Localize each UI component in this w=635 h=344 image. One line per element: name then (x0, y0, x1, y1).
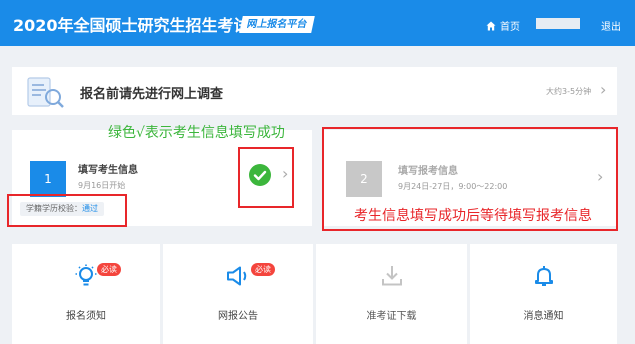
menu-label-notice: 报名须知 (66, 311, 106, 322)
menu-item-admission-ticket[interactable]: 准考证下载 (316, 244, 467, 344)
step-number-1: 1 (30, 161, 66, 197)
home-icon (486, 21, 496, 30)
step-title-1: 填写考生信息 (78, 165, 138, 176)
annotation-box-check (238, 147, 294, 208)
menu-item-messages[interactable]: 消息通知 (470, 244, 617, 344)
home-label: 首页 (500, 22, 520, 33)
survey-title: 报名前请先进行网上调查 (80, 87, 224, 102)
site-title: 2020年全国硕士研究生招生考试 (13, 16, 250, 35)
logout-link[interactable]: 退出 (601, 18, 621, 33)
lightbulb-icon (75, 264, 97, 286)
home-link[interactable]: 首页 (486, 18, 520, 33)
bell-icon (534, 266, 553, 286)
platform-tag: 网上报名平台 (239, 16, 315, 33)
menu-label-messages: 消息通知 (523, 311, 564, 322)
chevron-right-icon: › (600, 80, 607, 99)
step-date-1: 9月16日开始 (78, 181, 126, 190)
survey-card[interactable]: 报名前请先进行网上调查 大约3-5分钟 › (12, 67, 617, 115)
annotation-box-step2 (322, 127, 618, 231)
survey-duration: 大约3-5分钟 (546, 87, 592, 96)
menu-label-announcement: 网报公告 (218, 311, 258, 322)
menu-item-notice[interactable]: 必读 报名须知 (12, 244, 160, 344)
annotation-box-verify (7, 194, 127, 227)
download-icon (381, 266, 402, 286)
menu-item-announcement[interactable]: 必读 网报公告 (163, 244, 313, 344)
survey-form-icon (27, 77, 64, 108)
annotation-green-text: 绿色√表示考生信息填写成功 (108, 125, 285, 141)
top-header: 2020年全国硕士研究生招生考试 网上报名平台 首页 退出 (0, 0, 635, 46)
user-name-masked (536, 18, 580, 29)
must-read-badge: 必读 (251, 263, 275, 276)
megaphone-icon (227, 266, 247, 286)
must-read-badge: 必读 (97, 263, 121, 276)
menu-label-admission-ticket: 准考证下载 (366, 311, 417, 322)
